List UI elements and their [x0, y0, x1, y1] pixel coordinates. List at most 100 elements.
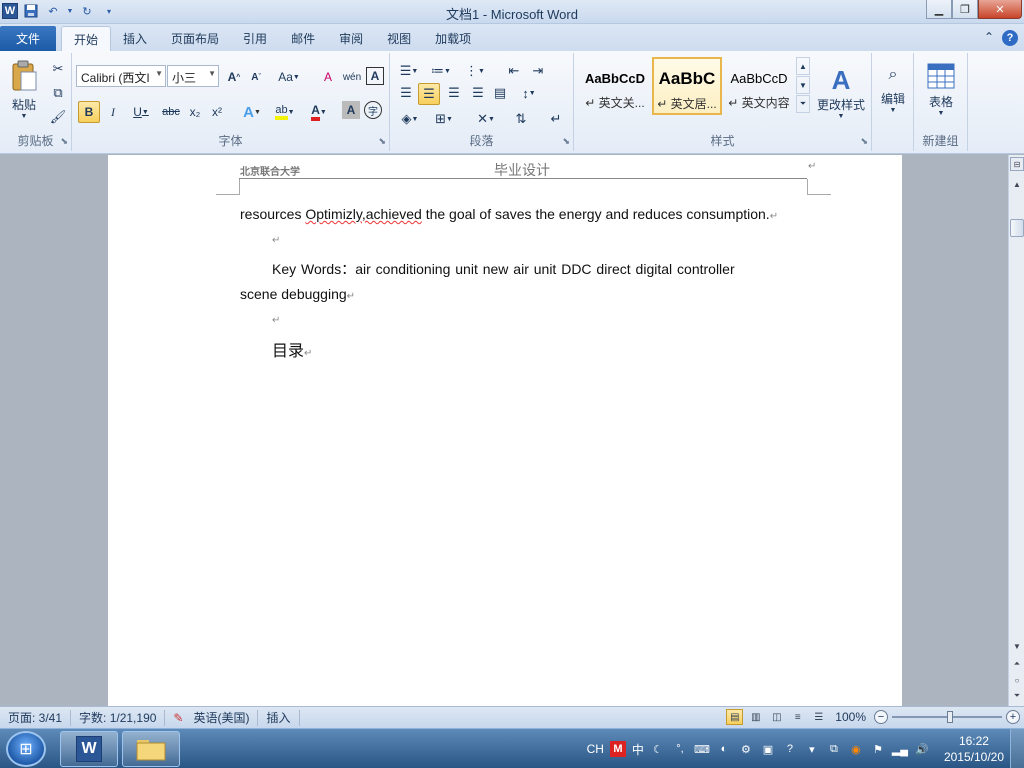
zoom-slider-thumb[interactable]	[947, 711, 953, 723]
empty-paragraph-2[interactable]: ↵	[272, 315, 280, 326]
character-shading-button[interactable]: A	[342, 101, 360, 119]
clear-formatting-button[interactable]: A	[318, 67, 338, 87]
maximize-button[interactable]: ❐	[952, 0, 978, 19]
empty-paragraph-1[interactable]: ↵	[272, 235, 280, 246]
clipboard-launcher-icon[interactable]: ⬊	[60, 136, 68, 147]
language-bar[interactable]: CH	[587, 742, 604, 756]
paragraph-launcher-icon[interactable]: ⬊	[562, 136, 570, 147]
help-icon[interactable]: ?	[1002, 30, 1018, 46]
font-launcher-icon[interactable]: ⬊	[378, 136, 386, 147]
tab-home[interactable]: 开始	[61, 26, 112, 51]
format-painter-icon[interactable]: 🖌	[48, 107, 68, 127]
justify-button[interactable]: ☰	[468, 83, 488, 103]
change-styles-button[interactable]: A 更改样式 ▼	[814, 57, 868, 127]
customize-qat-icon[interactable]: ▾	[100, 2, 118, 20]
proofing-status[interactable]: ✎ 英语(美国)	[165, 709, 259, 726]
font-color-button[interactable]: A ▼	[304, 101, 334, 123]
tab-addins[interactable]: 加载项	[423, 26, 483, 51]
styles-launcher-icon[interactable]: ⬊	[860, 136, 868, 147]
character-border-button[interactable]: A	[366, 67, 384, 85]
web-layout-view-icon[interactable]: ◫	[768, 709, 785, 725]
zoom-level[interactable]: 100%	[835, 710, 866, 724]
style-english-title[interactable]: AaBbCcD ↵ 英文关...	[580, 57, 650, 115]
styles-scroll-up-icon[interactable]: ▲	[796, 57, 810, 75]
style-english-content[interactable]: AaBbCcD ↵ 英文内容	[724, 57, 794, 115]
distributed-button[interactable]: ▤	[490, 83, 510, 103]
strikethrough-button[interactable]: abc	[160, 101, 182, 123]
undo-icon[interactable]: ↶	[44, 2, 62, 20]
table-button[interactable]: 表格 ▼	[920, 57, 962, 123]
ruler-toggle-icon[interactable]: ⊟	[1010, 157, 1024, 171]
word-counter[interactable]: 字数: 1/21,190	[71, 709, 166, 726]
styles-scroll-down-icon[interactable]: ▼	[796, 76, 810, 94]
page-counter[interactable]: 页面: 3/41	[0, 709, 72, 726]
tab-review[interactable]: 审阅	[327, 26, 375, 51]
align-center-button[interactable]: ☰	[418, 83, 440, 105]
editing-button[interactable]: ⌕ 编辑 ▼	[876, 57, 910, 123]
close-button[interactable]: ✕	[978, 0, 1022, 19]
draft-view-icon[interactable]: ☰	[810, 709, 827, 725]
ime-settings-icon[interactable]: ▣	[760, 741, 776, 757]
show-hidden-icons[interactable]: ▾	[804, 741, 820, 757]
shrink-font-button[interactable]: Aˇ	[246, 67, 266, 87]
tab-page-layout[interactable]: 页面布局	[159, 26, 231, 51]
full-screen-reading-view-icon[interactable]: ▥	[747, 709, 764, 725]
next-page-icon[interactable]: ⏷	[1010, 689, 1024, 703]
system-clock[interactable]: 16:22 2015/10/20	[944, 733, 1004, 765]
increase-indent-button[interactable]: ⇥	[528, 61, 548, 81]
decrease-indent-button[interactable]: ⇤	[504, 61, 524, 81]
half-width-moon-icon[interactable]: ☾	[650, 741, 666, 757]
zoom-out-icon[interactable]: −	[874, 710, 888, 724]
previous-page-icon[interactable]: ⏶	[1010, 657, 1024, 671]
bold-button[interactable]: B	[78, 101, 100, 123]
scroll-down-icon[interactable]: ▼	[1010, 639, 1024, 653]
keywords-line[interactable]: Key Words：air conditioning unit new air …	[272, 259, 735, 279]
scroll-up-icon[interactable]: ▲	[1010, 177, 1024, 191]
undo-dropdown-icon[interactable]: ▼	[66, 2, 74, 20]
paste-button[interactable]: 粘贴 ▼	[6, 57, 42, 123]
styles-more-icon[interactable]: ⏷	[796, 95, 810, 113]
ime-skin-icon[interactable]: ◐	[716, 741, 732, 757]
tab-view[interactable]: 视图	[375, 26, 423, 51]
spelling-error[interactable]: Optimizly,achieved	[305, 206, 421, 222]
soft-keyboard-icon[interactable]: ⌨	[694, 741, 710, 757]
show-marks-button[interactable]: ↵	[546, 109, 566, 129]
ime-help-icon[interactable]: ?	[782, 741, 798, 757]
security-icon[interactable]: ◉	[848, 741, 864, 757]
line-spacing-button[interactable]: ↕ ▼	[514, 83, 544, 103]
shading-button[interactable]: ◈ ▼	[396, 109, 424, 129]
word-app-icon[interactable]: W	[2, 3, 18, 19]
action-center-flag-icon[interactable]: ⚑	[870, 741, 886, 757]
save-icon[interactable]	[22, 2, 40, 20]
tab-insert[interactable]: 插入	[111, 26, 159, 51]
ime-m-icon[interactable]: M	[609, 741, 626, 757]
multilevel-list-button[interactable]: ⋮ ▼	[462, 61, 488, 81]
text-effects-button[interactable]: A ▼	[238, 101, 266, 123]
ime-mode[interactable]: 中	[632, 741, 644, 758]
vertical-scrollbar[interactable]: ⊟ ▲ ▼ ⏶ ○ ⏷	[1008, 155, 1024, 706]
subscript-button[interactable]: x₂	[184, 101, 206, 123]
start-button[interactable]: ⊞	[6, 731, 46, 767]
file-tab[interactable]: 文件	[0, 26, 56, 51]
zoom-slider[interactable]	[892, 709, 1002, 725]
volume-icon[interactable]: 🔊	[914, 741, 930, 757]
chinese-layout-button[interactable]: ✕ ▼	[472, 109, 500, 129]
insert-mode-indicator[interactable]: 插入	[258, 709, 300, 726]
minimize-button[interactable]: ▁	[926, 0, 952, 19]
abstract-line[interactable]: resources Optimizly,achieved the goal of…	[240, 206, 778, 222]
cut-icon[interactable]: ✂	[48, 59, 68, 79]
phonetic-guide-button[interactable]: wén	[340, 67, 364, 87]
minimize-ribbon-icon[interactable]: ⌃	[984, 30, 994, 46]
style-english-centered[interactable]: AaBbC ↵ 英文居...	[652, 57, 722, 115]
font-size-combo[interactable]: 小三 ▼	[167, 65, 219, 87]
zoom-in-icon[interactable]: +	[1006, 710, 1020, 724]
enclose-characters-button[interactable]: 字	[364, 101, 382, 119]
sort-button[interactable]: ⇅	[510, 109, 532, 129]
taskbar-word-app[interactable]: W	[60, 731, 118, 767]
borders-button[interactable]: ⊞ ▼	[430, 109, 458, 129]
outline-view-icon[interactable]: ≡	[789, 709, 806, 725]
grow-font-button[interactable]: A ^	[224, 67, 244, 87]
tab-mailings[interactable]: 邮件	[279, 26, 327, 51]
bullets-button[interactable]: ☰ ▼	[396, 61, 422, 81]
redo-icon[interactable]: ↻	[78, 2, 96, 20]
